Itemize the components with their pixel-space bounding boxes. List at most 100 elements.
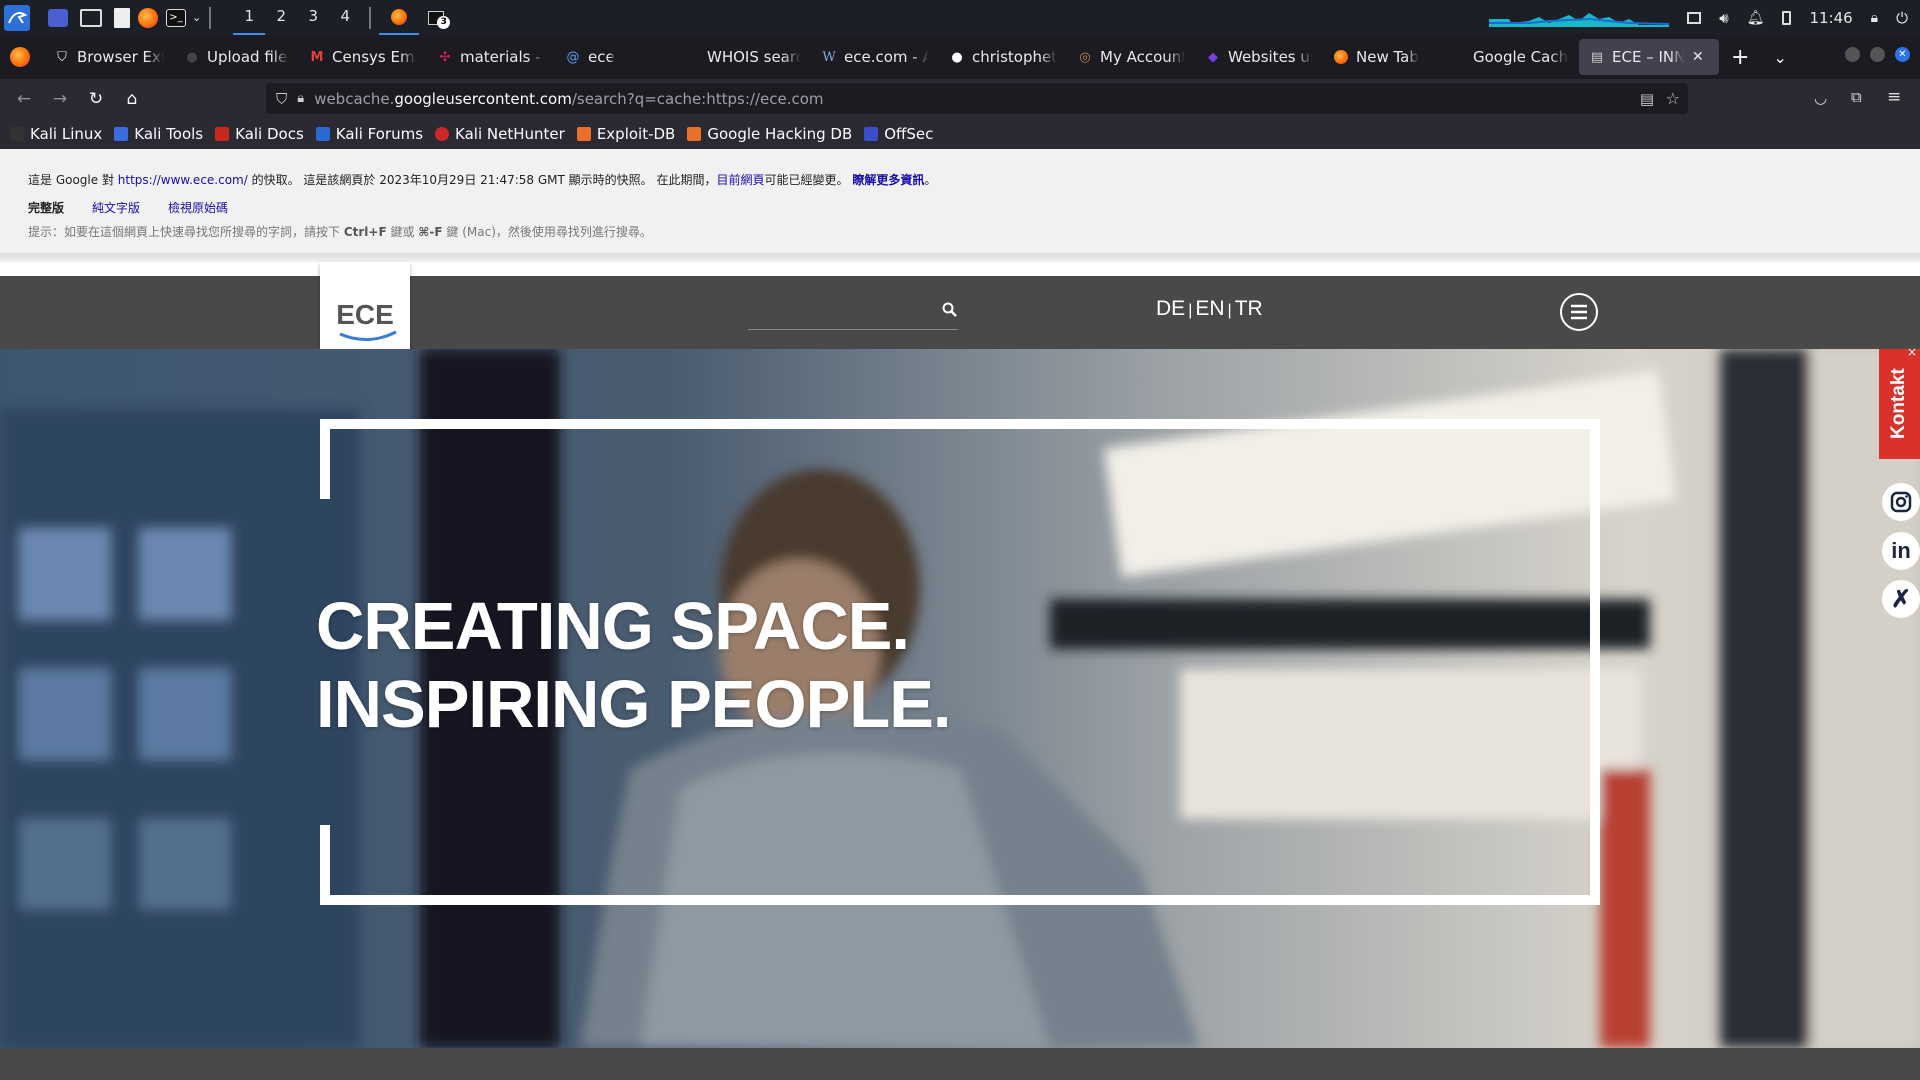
- minimize-icon[interactable]: [1845, 47, 1860, 62]
- close-tab-icon[interactable]: ✕: [1692, 49, 1704, 65]
- workspace-switcher: 1 2 3 4: [233, 0, 361, 35]
- firefox-view-icon[interactable]: [10, 47, 30, 67]
- hero-headline: CREATING SPACE. INSPIRING PEOPLE.: [316, 589, 952, 742]
- tab-christophetd[interactable]: ●christophetd/: [939, 39, 1067, 75]
- site-search-input[interactable]: [748, 300, 958, 330]
- xing-icon[interactable]: ✗: [1882, 580, 1920, 618]
- extensions-icon[interactable]: ⧉: [1851, 88, 1862, 106]
- cached-url-link[interactable]: https://www.ece.com/: [118, 173, 248, 187]
- bookmark-exploit-db[interactable]: Exploit-DB: [576, 125, 675, 143]
- firefox-icon: [391, 8, 408, 25]
- power-icon[interactable]: ⏻: [1896, 9, 1908, 27]
- workspace-1[interactable]: 1: [233, 0, 266, 35]
- kali-docs-icon: [215, 127, 230, 141]
- navigation-bar: ← → ↻ ⌂ ⛉ 🔒︎ webcache.googleusercontent.…: [0, 79, 1920, 119]
- linkedin-icon[interactable]: in: [1882, 532, 1920, 570]
- tab-ece-inn-active[interactable]: ▤ ECE – INN ✕: [1579, 39, 1719, 75]
- system-taskbar: >_ ⌄ 1 2 3 4 3 🔊︎ 🔔︎ 11:46 🔒︎ ⏻: [0, 0, 1920, 35]
- list-tabs-icon[interactable]: ⌄: [1773, 48, 1786, 67]
- learn-more-link[interactable]: 瞭解更多資訊: [852, 173, 924, 187]
- bookmark-offsec[interactable]: OffSec: [864, 125, 933, 143]
- text-editor-icon[interactable]: [114, 7, 130, 28]
- forward-arrow-icon[interactable]: →: [42, 83, 78, 115]
- lock-icon[interactable]: 🔒︎: [1871, 10, 1878, 26]
- taskbar-firefox-window[interactable]: [379, 0, 420, 35]
- battery-icon[interactable]: [1782, 10, 1792, 25]
- new-tab-icon[interactable]: +: [1731, 45, 1749, 70]
- back-arrow-icon[interactable]: ←: [6, 83, 42, 115]
- full-version-label: 完整版: [28, 201, 65, 215]
- search-icon[interactable]: [942, 302, 958, 318]
- hero-frame-top: [320, 419, 1600, 429]
- volume-icon[interactable]: 🔊︎: [1719, 9, 1728, 27]
- terminal-icon[interactable]: >_: [166, 8, 186, 27]
- taskbar-separator: [369, 6, 372, 29]
- app-menu-icon[interactable]: ≡: [1887, 87, 1901, 107]
- bookmark-kali-linux[interactable]: Kali Linux: [10, 125, 102, 143]
- language-switcher: DE | EN | TR: [1156, 297, 1263, 320]
- github-icon: ●: [186, 49, 198, 65]
- lang-en[interactable]: EN: [1195, 297, 1224, 320]
- kontakt-tab[interactable]: Kontakt ×: [1879, 345, 1920, 459]
- maximize-icon[interactable]: [1870, 47, 1885, 62]
- clock[interactable]: 11:46: [1809, 9, 1852, 27]
- hero-frame-left-bottom: [320, 825, 330, 905]
- tab-browser-extensions[interactable]: ⛉Browser Exte: [44, 39, 174, 75]
- tab-ece[interactable]: @ ece: [555, 39, 683, 75]
- close-window-icon[interactable]: ✕: [1895, 47, 1910, 62]
- search-tip: 提示：如要在這個網頁上快速尋找您所搜尋的字詞，請按下 Ctrl+F 鍵或 ⌘-F…: [28, 225, 652, 239]
- github-icon: ●: [951, 49, 963, 65]
- lock-icon[interactable]: 🔒︎: [297, 91, 304, 106]
- workspace-3[interactable]: 3: [297, 0, 329, 35]
- hamburger-icon: [1571, 304, 1587, 320]
- current-page-link[interactable]: 目前網頁: [716, 173, 764, 187]
- lang-tr[interactable]: TR: [1235, 297, 1263, 320]
- text-only-link[interactable]: 純文字版: [92, 199, 140, 216]
- lang-de[interactable]: DE: [1156, 297, 1185, 320]
- window-icon[interactable]: [1687, 11, 1702, 24]
- bookmark-kali-tools[interactable]: Kali Tools: [114, 125, 203, 143]
- tab-new-tab[interactable]: New Tab: [1323, 39, 1451, 75]
- site-header: [0, 276, 1920, 349]
- tab-my-account[interactable]: ◎My Account -: [1067, 39, 1195, 75]
- firefox-icon[interactable]: [138, 7, 158, 28]
- tab-whois-search[interactable]: WHOIS search r: [683, 39, 811, 75]
- bell-icon[interactable]: 🔔︎: [1747, 10, 1765, 26]
- tracking-shield-icon[interactable]: ⛉: [276, 90, 287, 108]
- view-source-link[interactable]: 檢視原始碼: [168, 199, 228, 216]
- workspace-4[interactable]: 4: [329, 0, 361, 35]
- tab-censys-email[interactable]: MCensys Email: [299, 39, 427, 75]
- tab-google-cached[interactable]: Google Cached: [1451, 39, 1579, 75]
- pocket-icon[interactable]: ◡: [1814, 89, 1827, 107]
- bookmark-kali-docs[interactable]: Kali Docs: [215, 125, 304, 143]
- reader-view-icon[interactable]: ▤: [1640, 90, 1654, 108]
- ghdb-icon: [687, 127, 702, 141]
- instagram-icon[interactable]: [1882, 483, 1920, 521]
- kontakt-close-icon[interactable]: ×: [1907, 345, 1917, 359]
- bookmark-google-hacking-db[interactable]: Google Hacking DB: [687, 125, 852, 143]
- bookmark-kali-nethunter[interactable]: Kali NetHunter: [435, 125, 565, 143]
- chevron-down-icon[interactable]: ⌄: [192, 11, 201, 24]
- desktop-icon[interactable]: [48, 8, 68, 27]
- tab-websites-using[interactable]: ◆ Websites usi: [1195, 39, 1323, 75]
- hamburger-menu-button[interactable]: [1560, 293, 1598, 331]
- bookmark-kali-forums[interactable]: Kali Forums: [315, 125, 423, 143]
- tab-upload-files[interactable]: ● Upload files: [174, 39, 299, 75]
- file-manager-icon[interactable]: [80, 8, 102, 27]
- taskbar-terminal-window[interactable]: 3: [419, 0, 453, 35]
- tab-ece-archive[interactable]: Wece.com - Ar: [811, 39, 939, 75]
- workspace-2[interactable]: 2: [265, 0, 297, 35]
- site-top-strip: [0, 262, 1920, 276]
- kali-menu-icon[interactable]: [4, 4, 30, 31]
- kali-forums-icon: [315, 127, 330, 141]
- taskbar-separator: [209, 6, 212, 29]
- url-bar[interactable]: ⛉ 🔒︎ webcache.googleusercontent.com/sear…: [266, 83, 1688, 114]
- google-cache-banner: 這是 Google 對 https://www.ece.com/ 的快取。 這是…: [0, 149, 1920, 261]
- browser-tab-bar: ⛉Browser Exte ●Upload files MCensys Emai…: [0, 35, 1920, 79]
- home-icon[interactable]: ⌂: [114, 83, 150, 115]
- url-text[interactable]: webcache.googleusercontent.com/search?q=…: [314, 90, 823, 108]
- reload-icon[interactable]: ↻: [78, 83, 114, 115]
- bookmark-star-icon[interactable]: ☆: [1666, 89, 1680, 108]
- hero-frame-left-top: [320, 419, 330, 499]
- tab-materials[interactable]: ✣materials - N: [427, 39, 555, 75]
